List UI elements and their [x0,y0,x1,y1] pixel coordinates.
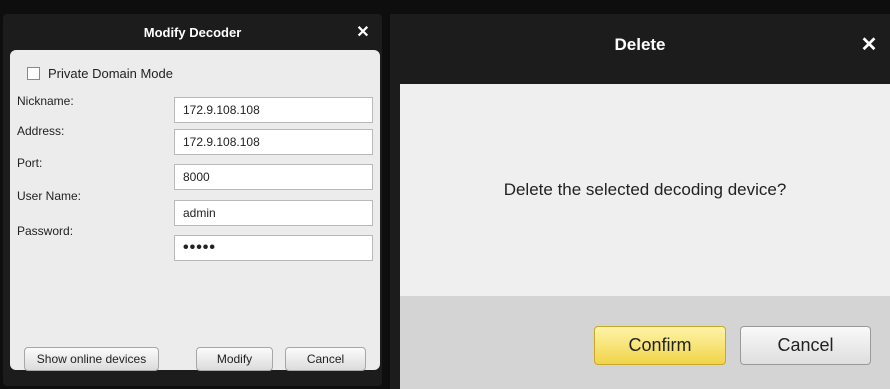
port-field[interactable]: 8000 [174,164,373,190]
modify-dialog-title: Modify Decoder [143,25,242,40]
port-label: Port: [17,156,43,170]
private-domain-checkbox[interactable] [27,67,40,80]
delete-dialog-footer: Confirm Cancel [400,296,890,389]
confirm-button[interactable]: Confirm [594,326,726,365]
delete-dialog: Delete ✕ Delete the selected decoding de… [390,14,890,389]
cancel-button[interactable]: Cancel [285,347,366,371]
modify-dialog-footer: Show online devices Modify Cancel [10,338,380,380]
user-name-field[interactable]: admin [174,200,373,226]
password-field[interactable]: ••••• [174,235,373,261]
cancel-button[interactable]: Cancel [740,326,871,365]
private-domain-row: Private Domain Mode [27,66,173,81]
modify-dialog-body: Private Domain Mode Nickname: 172.9.108.… [10,50,380,370]
delete-dialog-title: Delete [614,35,666,54]
delete-dialog-body: Delete the selected decoding device? [400,84,890,296]
delete-confirmation-message: Delete the selected decoding device? [503,180,787,199]
nickname-field[interactable]: 172.9.108.108 [174,97,373,123]
close-icon[interactable]: ✕ [858,34,880,56]
user-name-label: User Name: [17,189,82,203]
modify-decoder-dialog: Modify Decoder ✕ Private Domain Mode Nic… [3,14,382,386]
show-online-devices-button[interactable]: Show online devices [24,347,159,371]
address-field[interactable]: 172.9.108.108 [174,129,373,155]
close-icon[interactable]: ✕ [354,24,372,42]
password-label: Password: [17,224,74,238]
nickname-label: Nickname: [17,94,74,108]
address-label: Address: [17,124,65,138]
modify-button[interactable]: Modify [196,347,273,371]
private-domain-label: Private Domain Mode [48,66,173,81]
